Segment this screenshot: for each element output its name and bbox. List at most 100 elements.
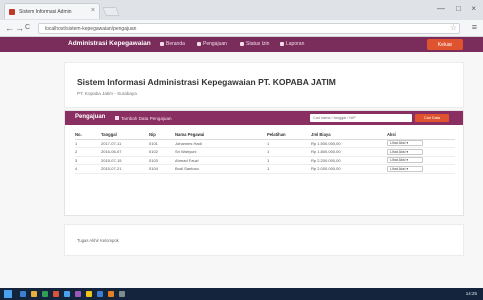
add-pengajuan-button[interactable]: Tambah Data Pengajuan bbox=[115, 114, 172, 121]
taskbar-app-icon[interactable] bbox=[53, 291, 59, 297]
cell-pelatihan: 1 bbox=[267, 164, 311, 174]
nav-item-laporan[interactable]: Laporan bbox=[280, 41, 304, 47]
cell-aksi: Lihat Aksi ▾ bbox=[387, 164, 455, 174]
action-label: Lihat Aksi bbox=[390, 149, 406, 154]
plus-icon bbox=[115, 116, 119, 120]
cell-pelatihan: 1 bbox=[267, 147, 311, 157]
os-taskbar: 14:25 bbox=[0, 288, 483, 300]
search-input[interactable] bbox=[310, 114, 412, 122]
table-row: 1 2017-07-11 0101 Johannes Hadi 1 Rp 1.5… bbox=[75, 139, 455, 148]
tab-title: Sistem Informasi Admin bbox=[19, 9, 72, 15]
taskbar-clock: 14:25 bbox=[465, 291, 477, 296]
cell-biaya: Rp 2.000.000,00 bbox=[311, 164, 387, 174]
top-navbar: Administrasi Kepegawaian Beranda Pengaju… bbox=[0, 37, 483, 52]
maximize-icon[interactable]: □ bbox=[456, 4, 461, 13]
cell-aksi: Lihat Aksi ▾ bbox=[387, 147, 455, 157]
home-icon bbox=[160, 41, 164, 46]
cell-tanggal: 2016-06-07 bbox=[101, 147, 149, 157]
browser-tab[interactable]: Sistem Informasi Admin × bbox=[4, 3, 100, 19]
cell-nama: Johannes Hadi bbox=[175, 139, 267, 148]
cell-tanggal: 2015-07-15 bbox=[101, 156, 149, 165]
action-select[interactable]: Lihat Aksi ▾ bbox=[387, 140, 423, 147]
app-brand[interactable]: Administrasi Kepegawaian bbox=[68, 40, 151, 47]
nav-item-beranda[interactable]: Beranda bbox=[160, 41, 185, 47]
table-header-row: No. Tanggal Nip Nama Pegawai Pelatihan J… bbox=[75, 131, 455, 140]
bookmark-star-icon[interactable]: ☆ bbox=[450, 23, 457, 32]
cell-pelatihan: 1 bbox=[267, 156, 311, 165]
taskbar-app-icon[interactable] bbox=[42, 291, 48, 297]
nav-label: Status Izin bbox=[246, 41, 270, 47]
search-button[interactable]: Cari Data bbox=[415, 114, 449, 122]
taskbar-app-icon[interactable] bbox=[75, 291, 81, 297]
browser-toolbar: ← → C localhost/sistem-kepegawaian/penga… bbox=[0, 20, 483, 37]
action-select[interactable]: Lihat Aksi ▾ bbox=[387, 157, 423, 164]
cell-aksi: Lihat Aksi ▾ bbox=[387, 139, 455, 148]
cell-nama: Ahmad Fauzi bbox=[175, 156, 267, 165]
table-row: 3 2015-07-15 0103 Ahmad Fauzi 1 Rp 2.200… bbox=[75, 156, 455, 165]
cell-no: 2 bbox=[75, 147, 101, 157]
cell-nama: Budi Santoso bbox=[175, 164, 267, 174]
report-icon bbox=[280, 41, 284, 46]
cell-nama: Sri Wahyuni bbox=[175, 147, 267, 157]
table-row: 2 2016-06-07 0102 Sri Wahyuni 1 Rp 1.800… bbox=[75, 147, 455, 157]
task-view-icon[interactable] bbox=[31, 291, 37, 297]
pengajuan-panel: Pengajuan Tambah Data Pengajuan Cari Dat… bbox=[64, 110, 464, 216]
action-select[interactable]: Lihat Aksi ▾ bbox=[387, 148, 423, 155]
close-tab-icon[interactable]: × bbox=[91, 7, 95, 14]
add-label: Tambah Data Pengajuan bbox=[121, 116, 172, 121]
cell-biaya: Rp 1.500.000,00 bbox=[311, 139, 387, 148]
browser-tab-strip: Sistem Informasi Admin × — □ × bbox=[0, 0, 483, 20]
reload-icon[interactable]: C bbox=[25, 23, 30, 33]
logout-button[interactable]: Keluar bbox=[427, 39, 463, 50]
cell-biaya: Rp 2.200.000,00 bbox=[311, 156, 387, 165]
action-label: Lihat Aksi bbox=[390, 166, 406, 171]
favicon-icon bbox=[9, 9, 15, 15]
col-aksi: Aksi bbox=[387, 131, 455, 140]
cell-no: 4 bbox=[75, 164, 101, 174]
cell-biaya: Rp 1.800.000,00 bbox=[311, 147, 387, 157]
cell-no: 1 bbox=[75, 139, 101, 148]
back-icon[interactable]: ← bbox=[5, 23, 14, 33]
col-nip: Nip bbox=[149, 131, 175, 140]
cell-aksi: Lihat Aksi ▾ bbox=[387, 156, 455, 165]
cell-tanggal: 2017-07-11 bbox=[101, 139, 149, 148]
minimize-icon[interactable]: — bbox=[437, 4, 445, 13]
action-label: Lihat Aksi bbox=[390, 158, 406, 163]
nav-item-status-izin[interactable]: Status Izin bbox=[240, 41, 269, 47]
pengajuan-table: No. Tanggal Nip Nama Pegawai Pelatihan J… bbox=[75, 131, 455, 174]
col-tanggal: Tanggal bbox=[101, 131, 149, 140]
browser-menu-icon[interactable]: ≡ bbox=[472, 22, 477, 32]
forward-icon[interactable]: → bbox=[15, 23, 24, 33]
action-select[interactable]: Lihat Aksi ▾ bbox=[387, 165, 423, 172]
footer-card: Tugas Akhir Kelompok bbox=[64, 224, 464, 256]
page-header-card: Sistem Informasi Administrasi Kepegawaia… bbox=[64, 62, 464, 108]
close-window-icon[interactable]: × bbox=[471, 4, 476, 13]
list-icon bbox=[240, 41, 244, 46]
nav-label: Beranda bbox=[166, 41, 185, 47]
new-tab-button[interactable] bbox=[102, 7, 120, 16]
search-icon[interactable] bbox=[20, 291, 26, 297]
document-icon bbox=[197, 41, 201, 46]
cell-nip: 0103 bbox=[149, 156, 175, 165]
cell-no: 3 bbox=[75, 156, 101, 165]
col-no: No. bbox=[75, 131, 101, 140]
footer-text: Tugas Akhir Kelompok bbox=[77, 238, 119, 243]
address-bar[interactable]: localhost/sistem-kepegawaian/pengajuan bbox=[38, 23, 460, 34]
action-label: Lihat Aksi bbox=[390, 141, 406, 146]
start-windows-icon[interactable] bbox=[4, 290, 12, 298]
page-subtitle: PT. Kopaba Jatim - Surabaya bbox=[77, 91, 137, 96]
col-biaya: Jml Biaya bbox=[311, 131, 387, 140]
taskbar-app-icon[interactable] bbox=[108, 291, 114, 297]
panel-header: Pengajuan Tambah Data Pengajuan Cari Dat… bbox=[65, 111, 463, 125]
page-title: Sistem Informasi Administrasi Kepegawaia… bbox=[77, 77, 336, 87]
nav-label: Laporan bbox=[286, 41, 305, 47]
cell-nip: 0101 bbox=[149, 139, 175, 148]
cell-tanggal: 2015-07-21 bbox=[101, 164, 149, 174]
taskbar-app-icon[interactable] bbox=[119, 291, 125, 297]
taskbar-app-icon[interactable] bbox=[97, 291, 103, 297]
taskbar-app-icon[interactable] bbox=[64, 291, 70, 297]
table-row: 4 2015-07-21 0104 Budi Santoso 1 Rp 2.00… bbox=[75, 164, 455, 174]
nav-item-pengajuan[interactable]: Pengajuan bbox=[197, 41, 227, 47]
panel-title: Pengajuan bbox=[75, 114, 106, 120]
taskbar-app-icon[interactable] bbox=[86, 291, 92, 297]
